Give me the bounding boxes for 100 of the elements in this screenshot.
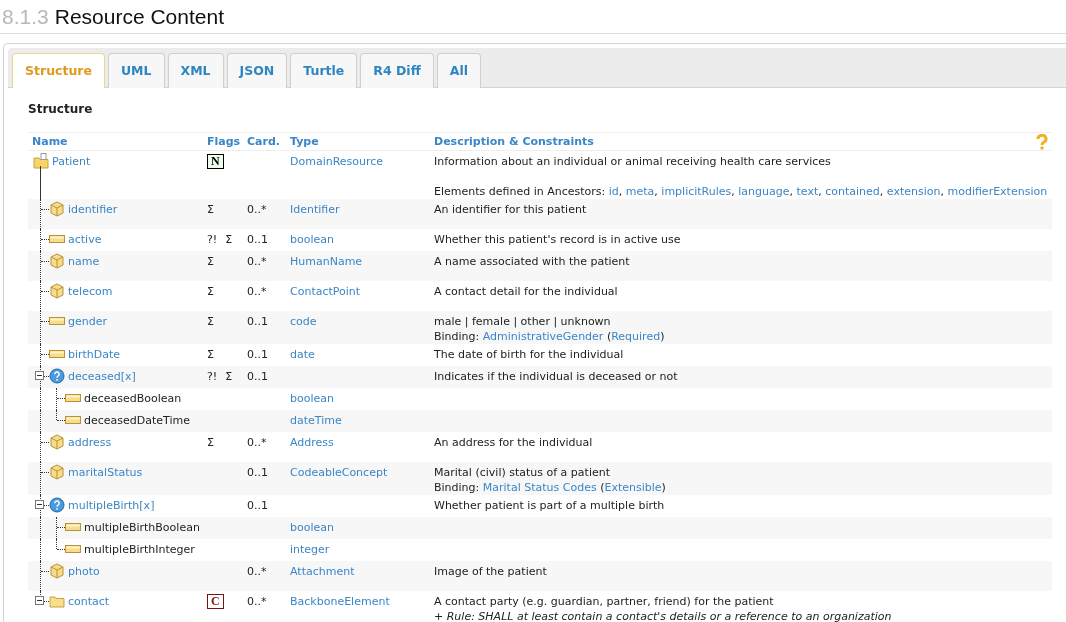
- constraint-badge: C: [207, 594, 224, 609]
- type-link[interactable]: ContactPoint: [290, 285, 361, 298]
- flag-text: Σ: [225, 232, 233, 247]
- element-name: multipleBirthBoolean: [83, 520, 200, 536]
- cardinality: 0..*: [247, 595, 267, 608]
- cube-icon: [49, 464, 65, 480]
- tab[interactable]: UML: [107, 53, 165, 88]
- description-text: Indicates if the individual is deceased or not: [434, 369, 679, 384]
- element-name: deceasedDateTime: [83, 413, 190, 429]
- cardinality: 0..*: [247, 203, 267, 216]
- cardinality: 0..1: [247, 348, 268, 361]
- element-name-link[interactable]: identifier: [68, 203, 118, 216]
- tab[interactable]: Structure: [12, 53, 105, 88]
- element-name-link[interactable]: address: [68, 436, 112, 449]
- type-link[interactable]: date: [290, 348, 315, 361]
- rule-text: + Rule: SHALL at least contain a contact's details or a reference to an organization: [434, 609, 893, 622]
- cardinality: 0..1: [247, 499, 268, 512]
- normative-badge: N: [207, 154, 224, 169]
- element-name-link[interactable]: gender: [68, 315, 107, 328]
- cardinality: 0..*: [247, 255, 267, 268]
- collapse-toggle[interactable]: [35, 500, 44, 509]
- description-text: Binding: Marital Status Codes (Extensible): [434, 480, 667, 495]
- type-link[interactable]: Address: [290, 436, 334, 449]
- element-name-link[interactable]: deceased[x]: [68, 370, 136, 383]
- link[interactable]: Marital Status Codes: [482, 481, 597, 494]
- type-link[interactable]: DomainResource: [290, 155, 384, 168]
- type-link[interactable]: CodeableConcept: [290, 466, 388, 479]
- page-title: Resource Content: [54, 5, 224, 29]
- cube-icon: [49, 563, 65, 579]
- column-header: Description & Constraints: [433, 134, 594, 150]
- description-text: An address for the individual: [434, 435, 594, 450]
- cardinality: 0..1: [247, 233, 268, 246]
- type-link[interactable]: dateTime: [290, 414, 342, 427]
- cube-icon: [49, 201, 65, 217]
- element-name-link[interactable]: multipleBirth[x]: [68, 499, 155, 512]
- description-text: Information about an individual or animal receiving health care services: [434, 154, 832, 169]
- flag-text: Σ: [207, 202, 214, 217]
- folder-icon: [33, 153, 49, 169]
- tab[interactable]: Turtle: [290, 53, 358, 88]
- link[interactable]: id: [608, 185, 619, 198]
- flag-text: Σ: [225, 369, 233, 384]
- element-name-link[interactable]: telecom: [68, 285, 113, 298]
- type-link[interactable]: Attachment: [290, 565, 355, 578]
- cube-icon: [49, 253, 65, 269]
- link[interactable]: Required: [611, 330, 661, 343]
- element-name-link[interactable]: active: [68, 233, 102, 246]
- column-header: Type: [289, 134, 320, 150]
- description-text: Elements defined in Ancestors: id, meta, implicitRules, language, text, contained, extension, modifierExtension: [434, 184, 1049, 199]
- type-link[interactable]: BackboneElement: [290, 595, 390, 608]
- type-link[interactable]: HumanName: [290, 255, 363, 268]
- link[interactable]: language: [738, 185, 790, 198]
- section-heading: Structure: [28, 102, 94, 116]
- column-header: Card.: [246, 134, 281, 150]
- flag-text: ?!: [207, 232, 218, 247]
- description-text: A contact detail for the individual: [434, 284, 619, 299]
- cardinality: 0..1: [247, 466, 268, 479]
- column-header: Flags: [206, 134, 242, 150]
- type-link[interactable]: boolean: [290, 521, 334, 534]
- link[interactable]: AdministrativeGender: [482, 330, 604, 343]
- cardinality: 0..*: [247, 436, 267, 449]
- element-name-link[interactable]: name: [68, 255, 100, 268]
- tab[interactable]: All: [436, 53, 481, 88]
- section-number: 8.1.3: [2, 5, 49, 29]
- cardinality: 0..1: [247, 315, 268, 328]
- collapse-toggle[interactable]: [35, 371, 44, 380]
- description-text: male | female | other | unknown: [434, 314, 612, 329]
- cardinality: 0..*: [247, 285, 267, 298]
- type-link[interactable]: boolean: [290, 233, 334, 246]
- element-name-link[interactable]: photo: [68, 565, 100, 578]
- type-link[interactable]: boolean: [290, 392, 334, 405]
- tab[interactable]: XML: [167, 53, 224, 88]
- cardinality: 0..1: [247, 370, 268, 383]
- description-text: Whether patient is part of a multiple birth: [434, 498, 666, 513]
- element-name-link[interactable]: birthDate: [68, 348, 121, 361]
- element-name: deceasedBoolean: [83, 391, 182, 407]
- description-text: Whether this patient's record is in active use: [434, 232, 682, 247]
- flag-text: Σ: [207, 435, 214, 450]
- link[interactable]: contained: [825, 185, 880, 198]
- link[interactable]: modifierExtension: [947, 185, 1048, 198]
- type-link[interactable]: integer: [290, 543, 330, 556]
- type-link[interactable]: code: [290, 315, 317, 328]
- element-name-link[interactable]: maritalStatus: [68, 466, 143, 479]
- flag-text: ?!: [207, 369, 218, 384]
- link[interactable]: Extensible: [604, 481, 662, 494]
- tab[interactable]: R4 Diff: [360, 53, 434, 88]
- flag-text: Σ: [207, 314, 214, 329]
- type-link[interactable]: Identifier: [290, 203, 340, 216]
- flag-text: Σ: [207, 284, 214, 299]
- description-text: A name associated with the patient: [434, 254, 631, 269]
- tab[interactable]: JSON: [226, 53, 288, 88]
- collapse-toggle[interactable]: [35, 596, 44, 605]
- flag-text: Σ: [207, 347, 214, 362]
- cube-icon: [49, 283, 65, 299]
- description-text: A contact party (e.g. guardian, partner, friend) for the patient: [434, 594, 775, 609]
- folder-icon: [49, 593, 65, 609]
- column-header: Name: [31, 134, 69, 150]
- question-circle-icon: [49, 497, 65, 513]
- description-text: The date of birth for the individual: [434, 347, 625, 362]
- element-name-link[interactable]: contact: [68, 595, 110, 608]
- element-name-link[interactable]: Patient: [52, 155, 91, 168]
